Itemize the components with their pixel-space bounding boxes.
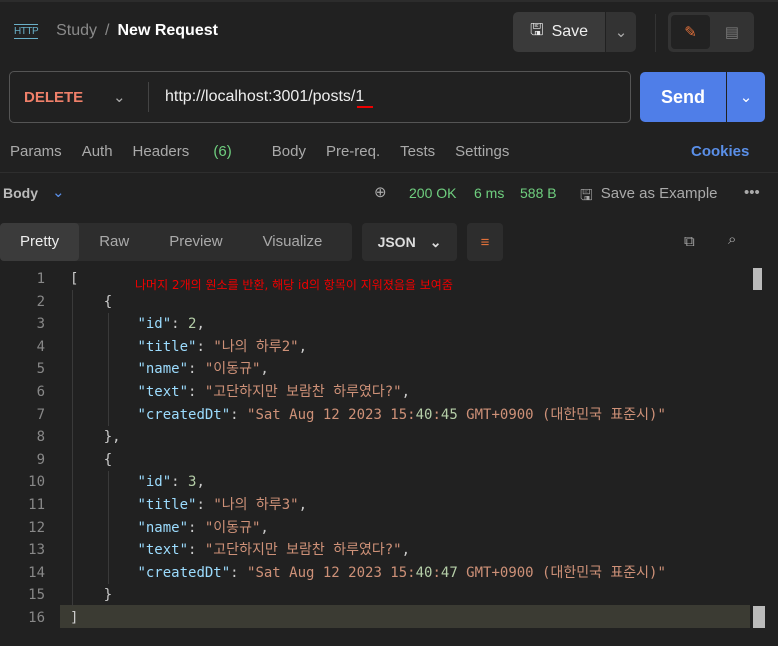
format-select[interactable]: JSON ⌄	[362, 223, 457, 261]
save-as-example-label: Save as Example	[600, 185, 718, 202]
indent-guide	[108, 313, 109, 426]
line-number: 4	[36, 338, 45, 355]
send-dropdown-chevron-icon[interactable]: ⌄	[727, 72, 765, 122]
tab-body[interactable]: Body	[272, 143, 306, 160]
request-tabs: Params Auth Headers (6) Body Pre-req. Te…	[10, 143, 529, 160]
wrap-lines-icon[interactable]: ≡	[467, 223, 503, 261]
save-icon: 🖫	[529, 21, 544, 39]
code-line: {	[70, 451, 113, 468]
line-number: 13	[28, 542, 45, 559]
view-tabs: Pretty Raw Preview Visualize	[0, 223, 352, 261]
request-title[interactable]: New Request	[117, 22, 217, 40]
scrollbar-marker[interactable]	[753, 606, 765, 628]
tab-prereq[interactable]: Pre-req.	[326, 143, 380, 160]
line-number: 3	[36, 316, 45, 333]
code-line: "id": 2,	[137, 316, 205, 333]
save-button[interactable]: 🖫 Save	[513, 12, 605, 52]
headers-count: (6)	[213, 143, 232, 160]
search-icon[interactable]: ⌕	[728, 231, 736, 248]
tab-auth[interactable]: Auth	[82, 143, 113, 160]
code-line: },	[70, 429, 121, 446]
format-label: JSON	[377, 234, 416, 250]
code-line: "name": "이동규",	[137, 519, 269, 536]
code-line: }	[70, 587, 113, 604]
copy-icon[interactable]: ⧉	[684, 233, 695, 250]
code-line: [	[70, 271, 79, 287]
divider	[655, 14, 656, 52]
breadcrumb-separator: /	[105, 22, 110, 39]
line-number: 7	[36, 406, 45, 423]
code-line: {	[70, 293, 113, 310]
tab-preview[interactable]: Preview	[149, 223, 242, 261]
globe-icon[interactable]: ⊕	[374, 183, 387, 201]
line-number: 10	[28, 474, 45, 491]
http-icon: HTTP	[14, 23, 39, 39]
code-line: "createdDt": "Sat Aug 12 2023 15:40:47 G…	[137, 564, 666, 581]
annotation-text: 나머지 2개의 원소를 반환, 해당 id의 항목이 지워졌음을 보여줌	[135, 278, 453, 292]
response-time: 6 ms	[474, 185, 505, 201]
cookies-link[interactable]: Cookies	[691, 143, 749, 160]
line-number: 15	[28, 587, 45, 604]
current-line-highlight	[60, 605, 750, 628]
line-number: 6	[36, 384, 45, 400]
line-number: 5	[36, 361, 45, 378]
line-number: 1	[36, 271, 45, 287]
divider	[148, 82, 149, 112]
comment-icon[interactable]: ▤	[713, 15, 751, 49]
divider	[0, 172, 778, 173]
tab-headers-label: Headers	[132, 143, 190, 160]
line-number: 8	[36, 429, 45, 446]
top-border	[0, 0, 778, 2]
send-button[interactable]: Send	[640, 72, 726, 122]
save-dropdown-chevron-icon[interactable]: ⌄	[606, 12, 636, 52]
tab-pretty[interactable]: Pretty	[0, 223, 80, 261]
save-label: Save	[551, 23, 589, 40]
annotation-underline	[357, 106, 373, 108]
breadcrumb: HTTP Study / New Request	[14, 22, 218, 40]
code-line: "text": "고단하지만 보람찬 하루였다?",	[137, 384, 411, 400]
scrollbar-thumb[interactable]	[753, 268, 762, 290]
tab-tests[interactable]: Tests	[400, 143, 435, 160]
more-icon[interactable]: •••	[744, 184, 760, 201]
line-number: 11	[28, 497, 45, 513]
save-as-example-button[interactable]: 🖫 Save as Example	[580, 185, 718, 210]
code-line: "title": "나의 하루2",	[137, 338, 307, 355]
save-icon: 🖫	[580, 187, 593, 204]
pencil-icon[interactable]: ✎	[671, 15, 710, 49]
collection-link[interactable]: Study	[56, 22, 97, 40]
chevron-down-icon: ⌄	[429, 233, 442, 250]
code-line: "id": 3,	[137, 474, 205, 491]
line-number: 12	[28, 519, 45, 536]
url-input[interactable]: http://localhost:3001/posts/1	[165, 88, 364, 106]
status-code: 200 OK	[409, 185, 457, 201]
chevron-down-icon[interactable]: ⌄	[52, 183, 65, 201]
line-number: 14	[28, 564, 45, 581]
line-number: 2	[36, 293, 45, 310]
tab-visualize[interactable]: Visualize	[243, 223, 343, 261]
code-line: "title": "나의 하루3",	[137, 497, 307, 513]
code-line: "text": "고단하지만 보람찬 하루였다?",	[137, 542, 411, 559]
tab-raw[interactable]: Raw	[79, 223, 149, 261]
code-line: ]	[70, 610, 79, 626]
chevron-down-icon[interactable]: ⌄	[113, 88, 126, 106]
tab-settings[interactable]: Settings	[455, 143, 509, 160]
line-number: 16	[28, 610, 45, 626]
code-line: "createdDt": "Sat Aug 12 2023 15:40:45 G…	[137, 406, 666, 423]
tab-params[interactable]: Params	[10, 143, 62, 160]
tab-headers[interactable]: Headers (6)	[133, 143, 252, 160]
method-select[interactable]: DELETE	[24, 89, 83, 106]
line-number: 9	[36, 451, 45, 468]
indent-guide	[72, 290, 73, 606]
code-line: "name": "이동규",	[137, 361, 269, 378]
response-size: 588 B	[520, 185, 557, 201]
response-body-label[interactable]: Body	[3, 185, 38, 201]
indent-guide	[108, 471, 109, 584]
